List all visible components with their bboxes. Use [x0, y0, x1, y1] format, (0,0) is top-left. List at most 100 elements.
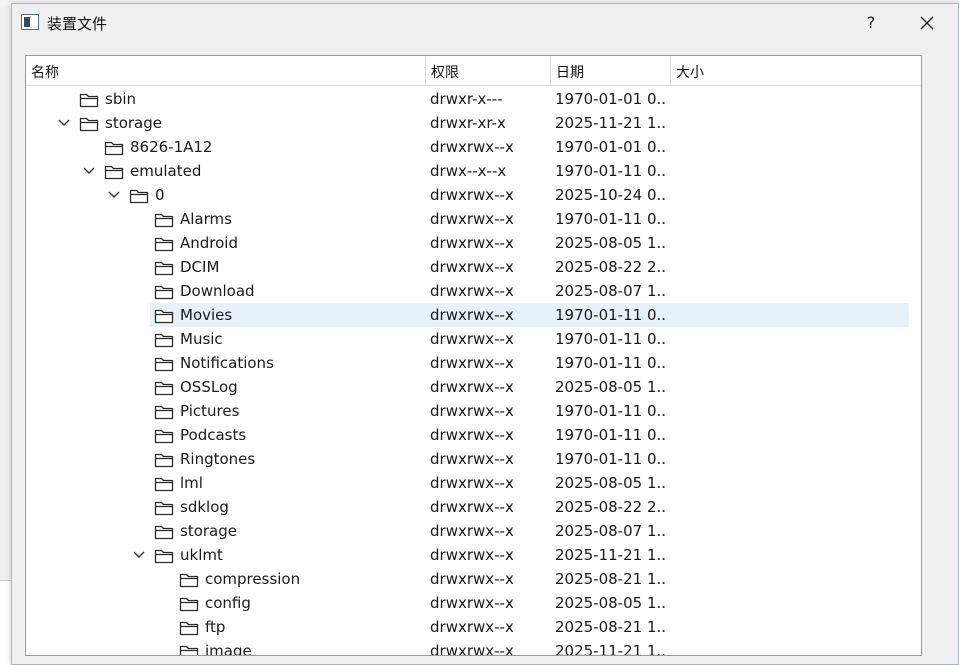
folder-icon [154, 331, 174, 348]
permissions-cell: drwxr-xr-x [430, 114, 506, 132]
date-cell: 2025-08-22 2... [555, 498, 667, 516]
date-cell: 1970-01-11 0... [555, 426, 667, 444]
tree-row[interactable]: config drwxrwx--x 2025-08-05 1... [26, 591, 909, 615]
folder-icon [154, 427, 174, 444]
folder-name: Movies [180, 306, 233, 324]
tree-row[interactable]: emulated drwx--x--x 1970-01-11 0... [26, 159, 909, 183]
help-button[interactable]: ? [852, 6, 890, 40]
close-button[interactable] [907, 6, 947, 40]
tree-row[interactable]: storage drwxrwx--x 2025-08-07 1... [26, 519, 909, 543]
tree-row[interactable]: uklmt drwxrwx--x 2025-11-21 1... [26, 543, 909, 567]
tree-row[interactable]: Ringtones drwxrwx--x 1970-01-11 0... [26, 447, 909, 471]
permissions-cell: drwxrwx--x [430, 570, 514, 588]
tree-row[interactable]: Android drwxrwx--x 2025-08-05 1... [26, 231, 909, 255]
folder-name: Android [180, 234, 238, 252]
date-cell: 2025-11-21 1... [555, 546, 667, 564]
folder-name: config [205, 594, 251, 612]
date-cell: 2025-08-22 2... [555, 258, 667, 276]
permissions-cell: drwxrwx--x [430, 426, 514, 444]
date-cell: 1970-01-11 0... [555, 402, 667, 420]
date-cell: 2025-08-07 1... [555, 282, 667, 300]
folder-icon [179, 643, 199, 655]
tree-row[interactable]: OSSLog drwxrwx--x 2025-08-05 1... [26, 375, 909, 399]
date-cell: 1970-01-11 0... [555, 450, 667, 468]
permissions-cell: drwxrwx--x [430, 546, 514, 564]
folder-icon [179, 619, 199, 636]
date-cell: 2025-08-05 1... [555, 594, 667, 612]
folder-icon [154, 451, 174, 468]
folder-icon [104, 139, 124, 156]
permissions-cell: drwxrwx--x [430, 594, 514, 612]
tree-row[interactable]: storage drwxr-xr-x 2025-11-21 1... [26, 111, 909, 135]
column-header-size[interactable]: 大小 [671, 56, 921, 86]
tree-row[interactable]: Download drwxrwx--x 2025-08-07 1... [26, 279, 909, 303]
folder-name: storage [180, 522, 237, 540]
folder-icon [179, 595, 199, 612]
permissions-cell: drwxrwx--x [430, 138, 514, 156]
tree-row[interactable]: Movies drwxrwx--x 1970-01-11 0... [26, 303, 909, 327]
tree-row[interactable]: 8626-1A12 drwxrwx--x 1970-01-01 0... [26, 135, 909, 159]
folder-name: DCIM [180, 258, 220, 276]
permissions-cell: drwxrwx--x [430, 498, 514, 516]
folder-icon [154, 499, 174, 516]
tree-row[interactable]: Alarms drwxrwx--x 1970-01-11 0... [26, 207, 909, 231]
folder-name: emulated [130, 162, 202, 180]
permissions-cell: drwxrwx--x [430, 450, 514, 468]
chevron-down-icon[interactable] [106, 183, 122, 207]
column-header-permissions[interactable]: 权限 [426, 56, 551, 86]
permissions-cell: drwxrwx--x [430, 642, 514, 656]
tree-row[interactable]: image drwxrwx--x 2025-11-21 1... [26, 639, 909, 656]
chevron-down-icon[interactable] [81, 159, 97, 183]
folder-name: OSSLog [180, 378, 238, 396]
tree-row[interactable]: compression drwxrwx--x 2025-08-21 1... [26, 567, 909, 591]
date-cell: 2025-11-21 1... [555, 642, 667, 656]
tree-row[interactable]: Podcasts drwxrwx--x 1970-01-11 0... [26, 423, 909, 447]
folder-name: sdklog [180, 498, 229, 516]
folder-icon [154, 259, 174, 276]
folder-icon [154, 379, 174, 396]
folder-name: Download [180, 282, 255, 300]
title-bar[interactable]: 装置文件 ? [12, 4, 958, 42]
folder-icon [79, 115, 99, 132]
tree-row[interactable]: sbin drwxr-x--- 1970-01-01 0... [26, 87, 909, 111]
folder-name: Music [180, 330, 223, 348]
tree-row[interactable]: DCIM drwxrwx--x 2025-08-22 2... [26, 255, 909, 279]
folder-icon [154, 307, 174, 324]
tree-row[interactable]: Music drwxrwx--x 1970-01-11 0... [26, 327, 909, 351]
permissions-cell: drwxrwx--x [430, 354, 514, 372]
date-cell: 1970-01-11 0... [555, 210, 667, 228]
permissions-cell: drwxrwx--x [430, 522, 514, 540]
folder-name: compression [205, 570, 301, 588]
folder-name: storage [105, 114, 162, 132]
folder-icon [154, 211, 174, 228]
permissions-cell: drwxrwx--x [430, 402, 514, 420]
chevron-down-icon[interactable] [56, 111, 72, 135]
column-header-name[interactable]: 名称 [26, 56, 426, 86]
folder-icon [154, 355, 174, 372]
date-cell: 1970-01-11 0... [555, 306, 667, 324]
folder-icon [79, 91, 99, 108]
app-window-icon [21, 14, 39, 30]
file-tree-view[interactable]: 名称 权限 日期 大小 sbin drwxr-x--- 1970-01-01 0..… [25, 55, 922, 656]
tree-row[interactable]: Notifications drwxrwx--x 1970-01-11 0... [26, 351, 909, 375]
folder-icon [179, 571, 199, 588]
date-cell: 1970-01-01 0... [555, 90, 667, 108]
folder-name: Pictures [180, 402, 240, 420]
folder-icon [154, 547, 174, 564]
chevron-down-icon[interactable] [131, 543, 147, 567]
permissions-cell: drwxrwx--x [430, 282, 514, 300]
permissions-cell: drwxrwx--x [430, 210, 514, 228]
permissions-cell: drwxrwx--x [430, 258, 514, 276]
tree-row[interactable]: lml drwxrwx--x 2025-08-05 1... [26, 471, 909, 495]
close-icon [920, 16, 934, 30]
folder-name: 8626-1A12 [130, 138, 213, 156]
tree-row[interactable]: Pictures drwxrwx--x 1970-01-11 0... [26, 399, 909, 423]
folder-icon [154, 283, 174, 300]
tree-row[interactable]: sdklog drwxrwx--x 2025-08-22 2... [26, 495, 909, 519]
date-cell: 2025-10-24 0... [555, 186, 667, 204]
tree-row[interactable]: ftp drwxrwx--x 2025-08-21 1... [26, 615, 909, 639]
permissions-cell: drwxrwx--x [430, 618, 514, 636]
tree-row[interactable]: 0 drwxrwx--x 2025-10-24 0... [26, 183, 909, 207]
column-header-date[interactable]: 日期 [551, 56, 671, 86]
date-cell: 2025-08-05 1... [555, 378, 667, 396]
